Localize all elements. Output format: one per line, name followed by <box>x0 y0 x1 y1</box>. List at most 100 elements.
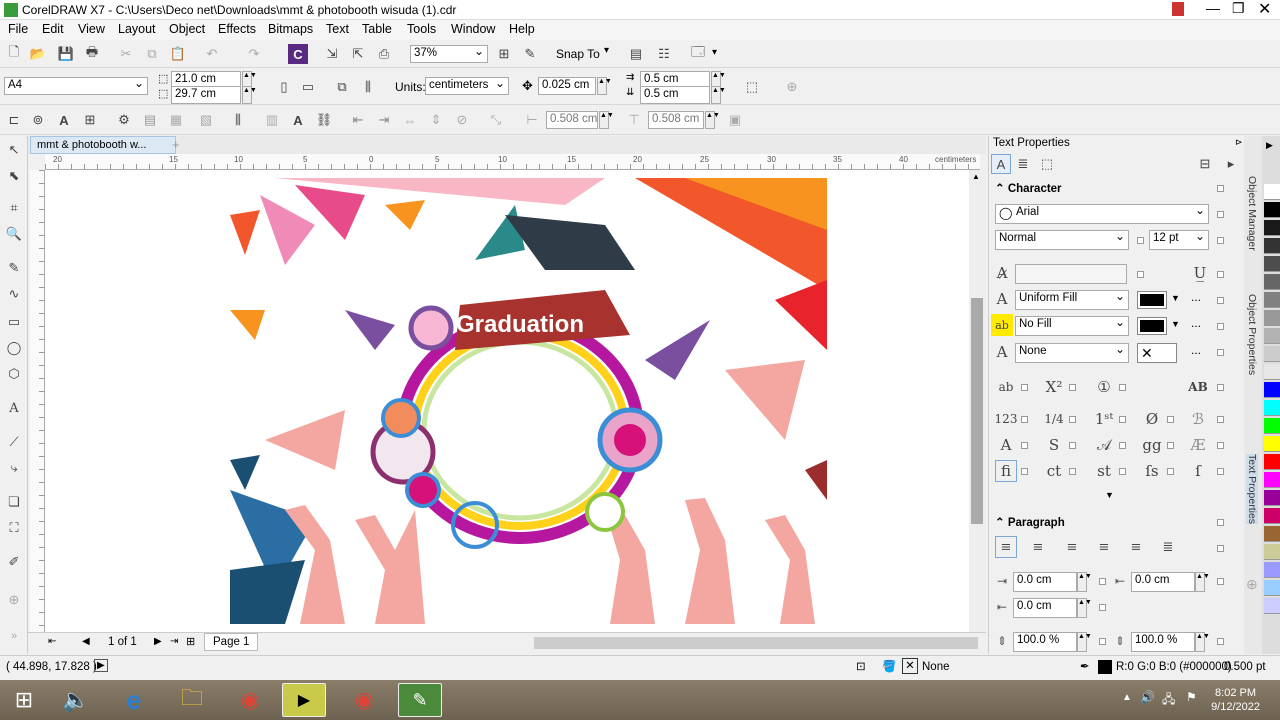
palette-swatch[interactable] <box>1264 580 1280 596</box>
offset-y-input[interactable]: 0.508 cm <box>648 111 704 129</box>
wrap-both-icon[interactable]: ⇔ <box>400 110 420 130</box>
option-checkbox[interactable] <box>1119 384 1126 391</box>
tab-object-properties[interactable]: Object Properties <box>1246 294 1258 375</box>
option-checkbox[interactable] <box>1021 384 1028 391</box>
character-section[interactable]: ⌃ Character <box>989 181 1229 195</box>
options-icon[interactable]: ☷ <box>654 44 674 64</box>
horizontal-scroll-thumb[interactable] <box>534 637 978 649</box>
tab-text-properties[interactable]: Text Properties <box>1246 454 1258 525</box>
underline-checkbox[interactable] <box>1217 271 1224 278</box>
option-checkbox[interactable] <box>1217 468 1224 475</box>
palette-swatch[interactable] <box>1264 220 1280 236</box>
wrap-straddle-icon[interactable]: ⇕ <box>426 110 446 130</box>
text-tool-icon[interactable]: A <box>4 398 24 418</box>
zoom-tool-icon[interactable]: 🔍 <box>4 224 24 244</box>
menu-effects[interactable]: Effects <box>218 22 256 36</box>
historical-ligature-icon[interactable]: st <box>1093 460 1115 482</box>
stylistic-icon[interactable]: A <box>995 434 1017 456</box>
add-preset-icon[interactable]: ⊕ <box>782 77 802 97</box>
kerning-input[interactable] <box>1015 264 1127 284</box>
ellipse-tool-icon[interactable]: ◯ <box>4 338 24 358</box>
import-icon[interactable]: ⇲ <box>322 44 342 64</box>
text-icon[interactable]: A <box>288 110 308 130</box>
section-checkbox[interactable] <box>1217 519 1224 526</box>
option-checkbox[interactable] <box>1021 416 1028 423</box>
fill-type-select[interactable]: Uniform Fill <box>1015 290 1129 310</box>
palette-swatch[interactable] <box>1264 292 1280 308</box>
add-docker-icon[interactable]: ⊕ <box>1246 576 1258 593</box>
background-settings-button[interactable]: ... <box>1191 316 1201 330</box>
fill-color-picker[interactable] <box>1137 291 1167 309</box>
offset-x-spinner[interactable]: ▲▼ <box>599 111 614 129</box>
spacing-before-spinner[interactable]: ▲▼ <box>1077 632 1092 652</box>
swash-icon[interactable]: ℬ <box>1187 408 1209 430</box>
palette-swatch[interactable] <box>1264 562 1280 578</box>
publish-pdf-icon[interactable]: ⎙ <box>374 44 394 64</box>
prev-page-icon[interactable]: ◀ <box>82 636 90 647</box>
background-fill-select[interactable]: No Fill <box>1015 316 1129 336</box>
character-tab-icon[interactable]: A <box>991 154 1011 174</box>
background-checkbox[interactable] <box>1217 323 1224 330</box>
docker-options-icon[interactable]: ⊟ <box>1195 154 1215 174</box>
menu-edit[interactable]: Edit <box>42 22 64 36</box>
close-button[interactable]: ✕ <box>1258 0 1271 19</box>
slashed-zero-icon[interactable]: Ø <box>1141 408 1163 430</box>
menu-bitmaps[interactable]: Bitmaps <box>268 22 313 36</box>
palette-swatch[interactable] <box>1264 508 1280 524</box>
link-icon[interactable]: ⛓ <box>314 110 334 130</box>
option-checkbox[interactable] <box>1069 468 1076 475</box>
grid-icon[interactable]: ▦ <box>166 110 186 130</box>
option-checkbox[interactable] <box>1167 442 1174 449</box>
menu-view[interactable]: View <box>78 22 105 36</box>
palette-swatch[interactable] <box>1264 418 1280 434</box>
offset-icon[interactable]: ⤡ <box>486 110 506 130</box>
nudge-distance-input[interactable]: 0.025 cm <box>538 77 596 95</box>
background-color-picker[interactable] <box>1137 317 1167 335</box>
menu-text[interactable]: Text <box>326 22 349 36</box>
style-checkbox[interactable] <box>1217 237 1224 244</box>
freehand-tool-icon[interactable]: ✎ <box>4 258 24 278</box>
offset-x-input[interactable]: 0.508 cm <box>546 111 598 129</box>
duplicate-y-spinner[interactable]: ▲▼ <box>711 86 726 104</box>
undo-icon[interactable]: ↶ <box>202 44 222 64</box>
option-checkbox[interactable] <box>1119 442 1126 449</box>
internet-explorer-icon[interactable]: e <box>112 683 156 717</box>
all-pages-icon[interactable]: ⧉ <box>332 77 352 97</box>
discretionary-ligature-icon[interactable]: ct <box>1043 460 1065 482</box>
kerning-checkbox[interactable] <box>1137 271 1144 278</box>
option-checkbox[interactable] <box>1069 416 1076 423</box>
vertical-scrollbar[interactable]: ▲ <box>969 170 985 632</box>
justify-icon[interactable]: ≡ <box>1125 536 1147 558</box>
option-checkbox[interactable] <box>1217 442 1224 449</box>
first-line-indent-input[interactable]: 0.0 cm <box>1013 572 1077 592</box>
zoom-level-select[interactable]: 37% <box>410 45 488 63</box>
tab-page-1[interactable]: Page 1 <box>204 633 259 651</box>
align-none-icon[interactable]: ≡ <box>995 536 1017 558</box>
force-justify-icon[interactable]: ≣ <box>1157 536 1179 558</box>
align-tool-icon[interactable]: ⊏ <box>4 110 24 130</box>
option-checkbox[interactable] <box>1021 442 1028 449</box>
font-style-select[interactable]: Normal <box>995 230 1129 250</box>
play-icon[interactable]: ▶ <box>94 659 108 672</box>
palette-swatch[interactable] <box>1264 490 1280 506</box>
menu-window[interactable]: Window <box>451 22 495 36</box>
menu-object[interactable]: Object <box>169 22 205 36</box>
eyedropper-icon[interactable]: ✐ <box>4 552 24 572</box>
fill-color-chevron-icon[interactable]: ▼ <box>1171 293 1180 303</box>
crop-icon[interactable]: ▧ <box>196 110 216 130</box>
option-checkbox[interactable] <box>1119 468 1126 475</box>
paragraph-section[interactable]: ⌃ Paragraph <box>989 515 1229 529</box>
option-checkbox[interactable] <box>1069 384 1076 391</box>
frame-tab-icon[interactable]: ⬚ <box>1037 154 1057 174</box>
start-button[interactable]: ⊞ <box>0 683 48 717</box>
long-s-icon[interactable]: ſ <box>1187 460 1209 482</box>
chrome-profile-icon[interactable]: ◉ <box>342 683 386 717</box>
text-frame-icon[interactable]: A <box>54 110 74 130</box>
redo-icon[interactable]: ↷ <box>244 44 264 64</box>
align-right-icon[interactable]: ≡ <box>1093 536 1115 558</box>
spacing-after-input[interactable]: 100.0 % <box>1131 632 1195 652</box>
landscape-icon[interactable]: ▭ <box>298 77 318 97</box>
page-height-input[interactable]: 29.7 cm <box>171 86 241 104</box>
first-page-icon[interactable]: ⇤ <box>48 636 56 647</box>
treat-as-filled-icon[interactable]: ⬚ <box>742 77 762 97</box>
